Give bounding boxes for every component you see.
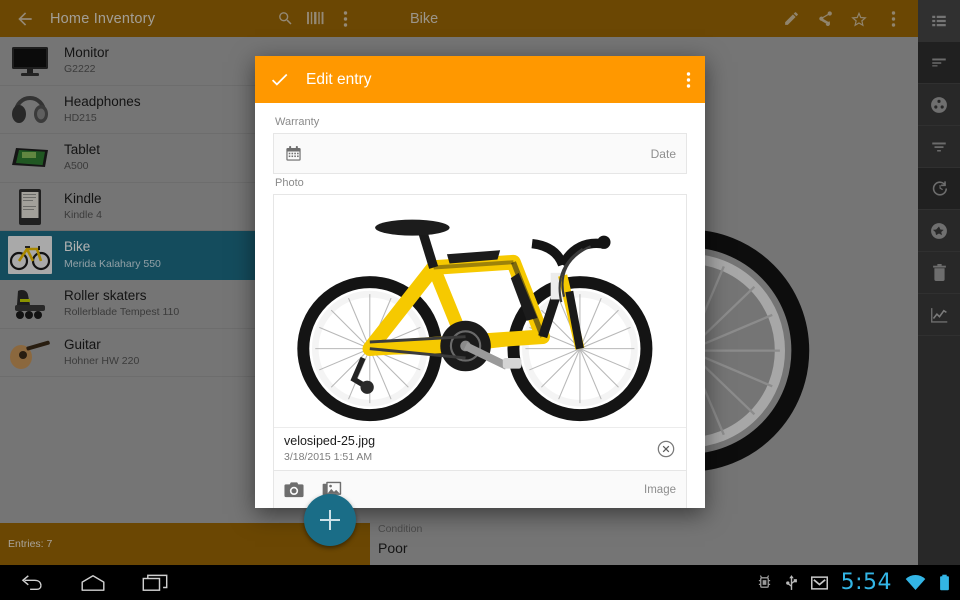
warranty-date-hint: Date [650, 146, 676, 161]
clear-circle-icon[interactable] [656, 439, 676, 459]
camera-icon[interactable] [284, 481, 304, 499]
checkmark-icon[interactable] [269, 69, 290, 90]
warranty-date-field[interactable]: Date [273, 133, 687, 174]
photo-file-name: velosiped-25.jpg [284, 434, 376, 449]
photo-file-date: 3/18/2015 1:51 AM [284, 451, 373, 464]
dialog-title: Edit entry [306, 70, 372, 88]
dialog-body: Warranty Date Photo velosiped-25.jpg 3/1… [255, 103, 705, 508]
edit-entry-dialog: Edit entry Warranty Date Photo velosiped… [255, 56, 705, 508]
wifi-icon [905, 574, 926, 591]
nav-back-icon[interactable] [0, 574, 62, 592]
overflow-menu-icon[interactable] [686, 71, 691, 89]
dialog-header: Edit entry [255, 56, 705, 103]
android-debug-icon [757, 574, 772, 591]
calendar-icon [284, 144, 303, 163]
add-entry-fab[interactable] [304, 494, 356, 546]
status-icons: 5:54 [757, 570, 960, 595]
nav-recents-icon[interactable] [124, 574, 186, 592]
system-nav-bar: 5:54 [0, 565, 960, 600]
gmail-icon [810, 575, 828, 590]
photo-file-info: velosiped-25.jpg 3/18/2015 1:51 AM [274, 427, 686, 470]
battery-icon [939, 574, 950, 591]
photo-card: velosiped-25.jpg 3/18/2015 1:51 AM [273, 194, 687, 471]
nav-home-icon[interactable] [62, 574, 124, 592]
photo-hint: Image [644, 483, 676, 496]
photo-preview[interactable] [274, 195, 686, 427]
status-clock: 5:54 [840, 570, 892, 595]
warranty-label: Warranty [275, 116, 320, 128]
usb-icon [785, 574, 798, 591]
photo-label: Photo [275, 177, 304, 189]
